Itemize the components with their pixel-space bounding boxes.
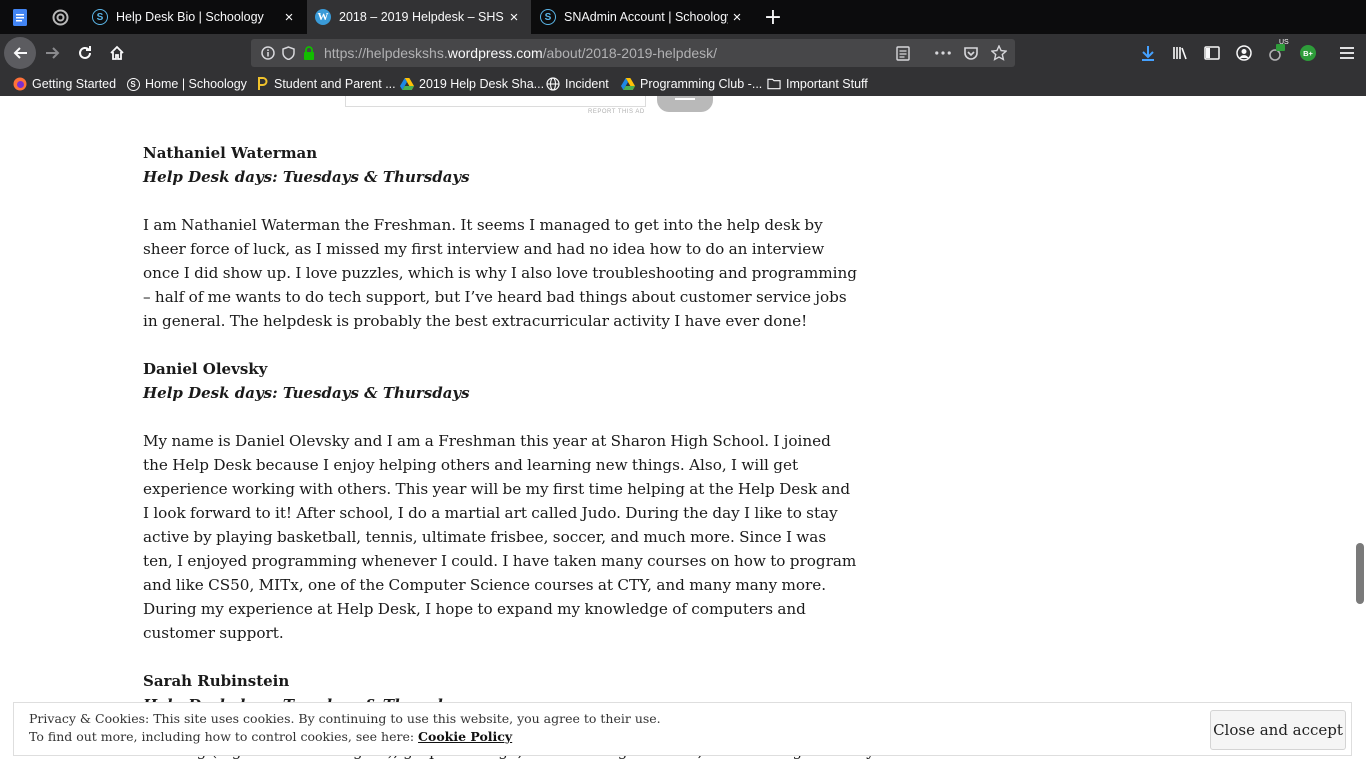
member-days: Help Desk days: Tuesdays & Thursdays	[143, 168, 470, 186]
schoology-icon: S	[92, 9, 108, 25]
pinned-tab-circle[interactable]	[40, 0, 80, 34]
member-name: Daniel Olevsky	[143, 360, 268, 378]
sync-badge-label: US	[1279, 39, 1289, 46]
member-name: Sarah Rubinstein	[143, 672, 290, 690]
scrollbar-track[interactable]	[1354, 96, 1366, 768]
scrollbar-thumb[interactable]	[1356, 543, 1364, 604]
tab-title: SNAdmin Account | Schoology	[564, 10, 728, 24]
cookie-more-text: To find out more, including how to contr…	[29, 729, 419, 744]
page-viewport: REPORT THIS AD Nathaniel Waterman Help D…	[0, 96, 1366, 768]
extension-button[interactable]: B+	[1293, 38, 1323, 68]
pearson-icon	[255, 77, 269, 91]
cookie-policy-link[interactable]: Cookie Policy	[418, 729, 512, 744]
bookmark-home-schoology[interactable]: S Home | Schoology	[126, 75, 247, 93]
account-button[interactable]	[1229, 38, 1259, 68]
ad-toggle-button[interactable]	[657, 96, 713, 112]
member-description: My name is Daniel Olevsky and I am a Fre…	[143, 432, 857, 642]
folder-icon	[767, 77, 781, 91]
google-docs-icon	[13, 8, 27, 26]
bookmark-help-desk-sha[interactable]: 2019 Help Desk Sha...	[400, 75, 544, 93]
tab-helpdesk-active[interactable]: W 2018 – 2019 Helpdesk – SHS St ×	[307, 0, 531, 34]
url-domain: wordpress.com	[447, 45, 543, 61]
circle-logo-icon	[52, 9, 68, 25]
close-tab-icon[interactable]: ×	[728, 9, 746, 26]
menu-button[interactable]	[1332, 38, 1362, 68]
tracking-shield-icon[interactable]	[280, 45, 296, 61]
forward-button[interactable]	[38, 38, 68, 68]
schoology-icon: S	[126, 77, 140, 91]
bookmark-label: Programming Club -...	[640, 77, 763, 91]
member-description: I am Nathaniel Waterman the Freshman. It…	[143, 216, 857, 330]
hamburger-menu-icon	[1340, 47, 1354, 59]
bookmark-important-stuff[interactable]: Important Stuff	[767, 75, 868, 93]
bookmarks-toolbar: Getting Started S Home | Schoology Stude…	[0, 72, 1366, 96]
bookmark-label: Important Stuff	[786, 77, 868, 91]
member-name: Nathaniel Waterman	[143, 144, 318, 162]
pinned-tab-google-docs[interactable]	[0, 0, 40, 34]
sync-icon	[1269, 44, 1285, 61]
bookmark-label: 2019 Help Desk Sha...	[419, 77, 545, 91]
pocket-icon[interactable]	[963, 45, 979, 61]
member-bio: Daniel Olevsky Help Desk days: Tuesdays …	[143, 357, 858, 645]
tab-snadmin-account[interactable]: S SNAdmin Account | Schoology ×	[532, 0, 754, 34]
bookmark-student-parent[interactable]: Student and Parent ...	[255, 75, 396, 93]
globe-icon	[546, 77, 560, 91]
extension-badge-icon: B+	[1300, 45, 1316, 61]
library-icon	[1173, 47, 1187, 60]
url-prefix: https://helpdeskshs.	[324, 45, 448, 61]
forward-arrow-icon	[46, 47, 60, 59]
downloads-button[interactable]	[1133, 38, 1163, 68]
firefox-icon	[13, 77, 27, 91]
back-button[interactable]	[4, 37, 36, 69]
sidebar-button[interactable]	[1197, 38, 1227, 68]
bookmark-label: Incident	[565, 77, 609, 91]
cookie-banner: Privacy & Cookies: This site uses cookie…	[13, 702, 1352, 756]
secure-lock-icon[interactable]	[301, 45, 317, 61]
close-tab-icon[interactable]: ×	[280, 9, 298, 26]
cookie-notice-text: Privacy & Cookies: This site uses cookie…	[29, 711, 661, 726]
wordpress-icon: W	[315, 9, 331, 25]
info-icon[interactable]	[260, 45, 276, 61]
bookmark-incident[interactable]: Incident	[546, 75, 609, 93]
tab-help-desk-bio[interactable]: S Help Desk Bio | Schoology ×	[84, 0, 306, 34]
report-ad-link[interactable]: REPORT THIS AD	[588, 109, 645, 115]
download-icon	[1142, 46, 1154, 61]
address-bar[interactable]: https://helpdeskshs.wordpress.com/about/…	[251, 39, 1015, 67]
reload-button[interactable]	[70, 38, 100, 68]
bookmark-programming-club[interactable]: Programming Club -...	[621, 75, 762, 93]
url-path: /about/2018-2019-helpdesk/	[542, 45, 718, 61]
bookmark-getting-started[interactable]: Getting Started	[13, 75, 116, 93]
new-tab-button[interactable]: +	[760, 0, 786, 34]
bookmark-label: Student and Parent ...	[274, 77, 396, 91]
close-tab-icon[interactable]: ×	[505, 9, 523, 26]
tab-strip: S Help Desk Bio | Schoology × W 2018 – 2…	[0, 0, 1366, 34]
navigation-toolbar: https://helpdeskshs.wordpress.com/about/…	[0, 34, 1366, 72]
tab-title: 2018 – 2019 Helpdesk – SHS St	[339, 10, 505, 24]
google-drive-icon	[400, 77, 414, 91]
advertisement-frame[interactable]	[345, 96, 646, 107]
reader-view-icon[interactable]	[895, 45, 911, 61]
sync-extension-button[interactable]: US	[1261, 38, 1291, 68]
page-actions-icon[interactable]	[935, 45, 951, 61]
member-bio: Nathaniel Waterman Help Desk days: Tuesd…	[143, 141, 858, 333]
home-icon	[110, 45, 124, 60]
bookmark-star-icon[interactable]	[991, 45, 1007, 61]
minus-icon	[675, 98, 695, 100]
cookie-notice-more: To find out more, including how to contr…	[29, 729, 512, 744]
bookmark-label: Getting Started	[32, 77, 117, 91]
schoology-icon: S	[540, 9, 556, 25]
url-text[interactable]: https://helpdeskshs.wordpress.com/about/…	[324, 45, 717, 61]
home-button[interactable]	[102, 38, 132, 68]
google-drive-icon	[621, 77, 635, 91]
tab-title: Help Desk Bio | Schoology	[116, 10, 264, 24]
library-button[interactable]	[1165, 38, 1195, 68]
member-days: Help Desk days: Tuesdays & Thursdays	[143, 384, 470, 402]
team-bios: Nathaniel Waterman Help Desk days: Tuesd…	[143, 141, 858, 717]
account-icon	[1236, 45, 1252, 61]
close-and-accept-button[interactable]: Close and accept	[1210, 710, 1346, 750]
sidebar-icon	[1204, 46, 1220, 60]
back-arrow-icon	[13, 47, 27, 59]
bookmark-label: Home | Schoology	[145, 77, 247, 91]
reload-icon	[79, 46, 91, 59]
